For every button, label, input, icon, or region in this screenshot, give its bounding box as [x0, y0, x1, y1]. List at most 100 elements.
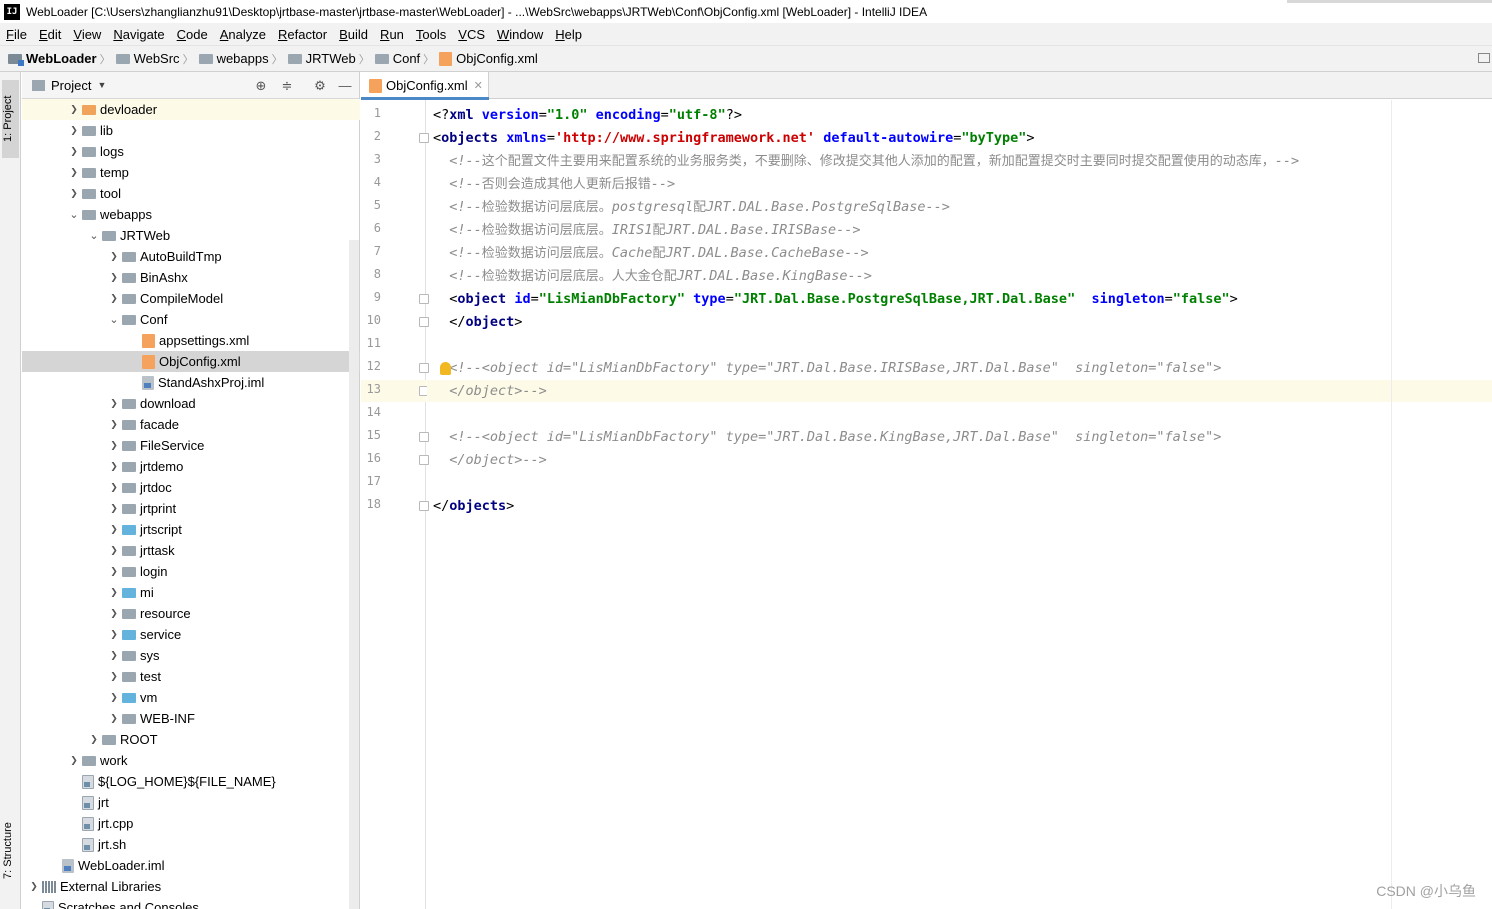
code-line[interactable]: [427, 334, 1492, 356]
chevron-right-icon[interactable]: ❯: [66, 755, 82, 766]
chevron-right-icon[interactable]: ❯: [106, 692, 122, 703]
code-line[interactable]: <!--<object id="LisMianDbFactory" type="…: [427, 426, 1492, 448]
chevron-right-icon[interactable]: ❯: [106, 545, 122, 556]
tree-item[interactable]: ❯ temp: [22, 162, 360, 183]
chevron-right-icon[interactable]: ❯: [106, 482, 122, 493]
code-line[interactable]: [427, 403, 1492, 425]
code-line[interactable]: <!--否则会造成其他人更新后报错-->: [427, 173, 1492, 195]
menu-analyze[interactable]: Analyze: [214, 27, 272, 42]
code-line[interactable]: <!--检验数据访问层底层。IRIS1配JRT.DAL.Base.IRISBas…: [427, 219, 1492, 241]
tree-item[interactable]: ❯ jrtscript: [22, 519, 360, 540]
project-panel-title[interactable]: Project: [51, 78, 91, 93]
tree-item[interactable]: ❯ vm: [22, 687, 360, 708]
tree-item[interactable]: ⌄ webapps: [22, 204, 360, 225]
code-line[interactable]: <!--<object id="LisMianDbFactory" type="…: [427, 357, 1492, 379]
menu-navigate[interactable]: Navigate: [107, 27, 170, 42]
code-line[interactable]: <!--检验数据访问层底层。postgresql配JRT.DAL.Base.Po…: [427, 196, 1492, 218]
menu-code[interactable]: Code: [171, 27, 214, 42]
code-line[interactable]: <!--检验数据访问层底层。人大金仓配JRT.DAL.Base.KingBase…: [427, 265, 1492, 287]
chevron-down-icon[interactable]: ⌄: [86, 229, 102, 242]
code-line[interactable]: </object>-->: [427, 380, 1492, 402]
tree-item[interactable]: StandAshxProj.iml: [22, 372, 360, 393]
tree-item[interactable]: ❯ login: [22, 561, 360, 582]
chevron-right-icon[interactable]: ❯: [106, 293, 122, 304]
tree-item[interactable]: Scratches and Consoles: [22, 897, 360, 909]
tree-item[interactable]: ❯ ROOT: [22, 729, 360, 750]
tree-item[interactable]: ❯ lib: [22, 120, 360, 141]
code-line[interactable]: <!--检验数据访问层底层。Cache配JRT.DAL.Base.CacheBa…: [427, 242, 1492, 264]
chevron-right-icon[interactable]: ❯: [106, 503, 122, 514]
chevron-right-icon[interactable]: ❯: [66, 188, 82, 199]
chevron-right-icon[interactable]: ❯: [106, 398, 122, 409]
tab-objconfig-xml[interactable]: ObjConfig.xml ✕: [361, 72, 489, 100]
menu-build[interactable]: Build: [333, 27, 374, 42]
tree-item[interactable]: ❯ test: [22, 666, 360, 687]
chevron-right-icon[interactable]: ❯: [106, 650, 122, 661]
navbar-toggle-icon[interactable]: [1478, 53, 1490, 63]
tree-item[interactable]: appsettings.xml: [22, 330, 360, 351]
chevron-right-icon[interactable]: ❯: [66, 146, 82, 157]
tree-item[interactable]: ${LOG_HOME}${FILE_NAME}: [22, 771, 360, 792]
tree-item[interactable]: ❯ devloader: [22, 99, 360, 120]
tree-item[interactable]: ObjConfig.xml: [22, 351, 360, 372]
tree-item[interactable]: ❯ jrtdoc: [22, 477, 360, 498]
menu-edit[interactable]: Edit: [33, 27, 67, 42]
tree-item[interactable]: ❯ FileService: [22, 435, 360, 456]
tree-item[interactable]: WebLoader.iml: [22, 855, 360, 876]
code-line[interactable]: </object>: [427, 311, 1492, 333]
tree-item[interactable]: ❯ mi: [22, 582, 360, 603]
menu-file[interactable]: File: [0, 27, 33, 42]
code-editor[interactable]: <?xml version="1.0" encoding="utf-8"?> <o…: [427, 100, 1492, 909]
tree-item[interactable]: ❯ service: [22, 624, 360, 645]
chevron-down-icon[interactable]: ▼: [97, 80, 106, 90]
gear-icon[interactable]: ⚙: [312, 78, 328, 94]
project-tool-tab[interactable]: 1: Project: [2, 80, 19, 158]
tree-item[interactable]: ❯ jrtdemo: [22, 456, 360, 477]
close-icon[interactable]: ✕: [474, 79, 483, 92]
tree-item[interactable]: ❯ tool: [22, 183, 360, 204]
intention-bulb-icon[interactable]: [440, 362, 451, 375]
menu-window[interactable]: Window: [491, 27, 549, 42]
chevron-right-icon[interactable]: ❯: [106, 566, 122, 577]
menu-tools[interactable]: Tools: [410, 27, 452, 42]
chevron-right-icon[interactable]: ❯: [66, 167, 82, 178]
menu-run[interactable]: Run: [374, 27, 410, 42]
menu-help[interactable]: Help: [549, 27, 588, 42]
tree-item[interactable]: ❯ WEB-INF: [22, 708, 360, 729]
chevron-right-icon[interactable]: ❯: [106, 461, 122, 472]
chevron-right-icon[interactable]: ❯: [106, 587, 122, 598]
tree-item[interactable]: ❯ AutoBuildTmp: [22, 246, 360, 267]
chevron-right-icon[interactable]: ❯: [106, 251, 122, 262]
chevron-right-icon[interactable]: ❯: [106, 713, 122, 724]
tree-item[interactable]: ❯ CompileModel: [22, 288, 360, 309]
tree-item[interactable]: ❯ facade: [22, 414, 360, 435]
tree-item[interactable]: jrt.sh: [22, 834, 360, 855]
locate-icon[interactable]: ⊕: [253, 78, 269, 94]
chevron-down-icon[interactable]: ⌄: [66, 208, 82, 221]
hide-panel-icon[interactable]: —: [337, 78, 353, 94]
tree-item[interactable]: ❯ logs: [22, 141, 360, 162]
code-line[interactable]: <object id="LisMianDbFactory" type="JRT.…: [427, 288, 1492, 310]
tree-item[interactable]: ⌄ JRTWeb: [22, 225, 360, 246]
tree-item[interactable]: ⌄ Conf: [22, 309, 360, 330]
tree-item[interactable]: ❯ work: [22, 750, 360, 771]
breadcrumb-item[interactable]: ObjConfig.xml: [439, 51, 538, 66]
tree-item[interactable]: ❯ jrttask: [22, 540, 360, 561]
chevron-right-icon[interactable]: ❯: [106, 629, 122, 640]
menu-view[interactable]: View: [67, 27, 107, 42]
chevron-right-icon[interactable]: ❯: [106, 272, 122, 283]
structure-tool-tab[interactable]: 7: Structure: [2, 796, 19, 906]
menu-refactor[interactable]: Refactor: [272, 27, 333, 42]
tree-item[interactable]: ❯ BinAshx: [22, 267, 360, 288]
tree-item[interactable]: ❯ jrtprint: [22, 498, 360, 519]
breadcrumb-item[interactable]: WebSrc 〉: [115, 51, 199, 67]
chevron-right-icon[interactable]: ❯: [86, 734, 102, 745]
collapse-all-icon[interactable]: ≑: [279, 78, 295, 94]
tree-item[interactable]: jrt.cpp: [22, 813, 360, 834]
chevron-right-icon[interactable]: ❯: [106, 419, 122, 430]
chevron-right-icon[interactable]: ❯: [26, 881, 42, 892]
code-line[interactable]: <?xml version="1.0" encoding="utf-8"?>: [427, 104, 1492, 126]
chevron-down-icon[interactable]: ⌄: [106, 313, 122, 326]
code-line[interactable]: <!--这个配置文件主要用来配置系统的业务服务类，不要删除、修改提交其他人添加的…: [427, 150, 1492, 172]
breadcrumb-item[interactable]: webapps 〉: [198, 51, 288, 67]
